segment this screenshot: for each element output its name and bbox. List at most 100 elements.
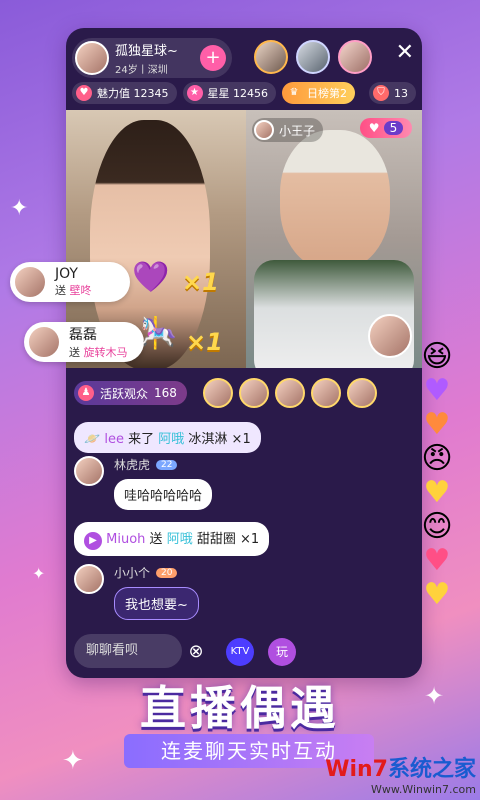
join-gift-message: 🪐 lee 来了 阿哦 冰淇淋 ×1 <box>74 422 261 453</box>
gift-notification: JOY 送 壁咚 <box>10 262 130 302</box>
audience-avatar[interactable] <box>238 378 269 408</box>
chat-user: 林虎虎 <box>114 458 151 472</box>
watermark-brand-b: 系统之家 <box>387 757 476 782</box>
guest-name-avatar <box>254 120 274 140</box>
gift-item: 旋转木马 <box>83 346 128 359</box>
gift-sender-avatar[interactable] <box>27 325 61 359</box>
close-button[interactable]: ✕ <box>396 42 414 64</box>
guest-face <box>280 130 390 270</box>
camera-icon: ▶ <box>84 532 102 550</box>
host-avatar[interactable] <box>75 41 109 75</box>
gift-notification: 磊磊 送 旋转木马 <box>24 322 144 362</box>
gift-item: 壁咚 <box>69 284 92 297</box>
heart-icon: ♥ <box>423 543 451 578</box>
gift-times: ×1 <box>182 268 219 296</box>
play-button[interactable]: 玩 <box>268 638 296 666</box>
chat-avatar[interactable] <box>74 564 104 594</box>
gift-times: ×1 <box>231 432 251 447</box>
watermark-url: Www.Winwin7.com <box>370 783 476 796</box>
level-badge: 20 <box>156 567 178 578</box>
gift-desc: 送 旋转木马 <box>69 344 128 360</box>
chat-bubble: 哇哈哈哈哈哈 <box>114 479 213 510</box>
watermark-brand-a: Win7 <box>325 757 388 782</box>
floating-emojis: 😆 ♥ ♥ 😠 ♥ 😊 ♥ ♥ <box>402 340 472 612</box>
ktv-button[interactable]: KTV <box>226 638 254 666</box>
gift-sender-name: JOY <box>55 266 78 282</box>
heart-icon: ♥ <box>423 475 451 510</box>
stars-value: 星星 12456 <box>207 87 269 100</box>
chat-user: Miuoh <box>106 532 146 547</box>
guest-name-tag[interactable]: 小王子 <box>252 118 324 142</box>
guest-avatar[interactable] <box>254 40 288 74</box>
chat-bubble: 我也想要~ <box>114 587 199 620</box>
host-info[interactable]: 孤独星球~ 24岁丨深圳 + <box>72 38 232 78</box>
rank-label: 日榜第2 <box>307 87 347 100</box>
heart-icon: ♥ <box>76 85 92 101</box>
gift-target: 阿哦 <box>158 432 185 447</box>
audience-avatar[interactable] <box>274 378 305 408</box>
host-name: 孤独星球~ <box>115 44 178 59</box>
watermark: Win7系统之家 Www.Winwin7.com <box>325 751 476 796</box>
star-icon: ★ <box>186 85 203 101</box>
smile-emoji-icon: 😊 <box>421 509 453 544</box>
audience-avatar[interactable] <box>310 378 341 408</box>
chat-message: 🪐 lee 来了 阿哦 冰淇淋 ×1 <box>74 422 414 453</box>
gift-item: 冰淇淋 <box>188 432 228 447</box>
guest-video[interactable]: 小王子 ♥ 5 <box>246 110 422 368</box>
carousel-icon: 🎠 <box>140 316 178 351</box>
audience-avatar[interactable] <box>346 378 377 408</box>
gift-wallkiss-icon: 💜 <box>132 260 170 295</box>
heart-badge[interactable]: ♥ 5 <box>360 118 412 138</box>
guest-avatar[interactable] <box>296 40 330 74</box>
watermark-logo: Win7系统之家 <box>325 751 476 783</box>
charm-value: 魅力值 12345 <box>97 87 169 100</box>
audience-count: 168 <box>154 386 177 400</box>
daily-rank-badge[interactable]: ♛ 日榜第2 <box>282 82 355 104</box>
audience-row: ♟ 活跃观众 168 <box>66 376 422 410</box>
chat-user: lee <box>104 432 124 447</box>
gift-verb: 送 <box>69 346 80 359</box>
gift-sender-avatar[interactable] <box>13 265 47 299</box>
shield-icon: ⛉ <box>373 85 389 101</box>
stats-row: ♥ 魅力值 12345 ★ 星星 12456 ♛ 日榜第2 ⛉ 13 <box>72 82 416 104</box>
heart-icon: ♥ <box>423 373 451 408</box>
sparkle-icon: ✦ <box>10 196 29 221</box>
laughing-emoji-icon: 😆 <box>421 339 453 374</box>
stars-stat: ★ 星星 12456 <box>182 82 276 104</box>
heart-icon: ♥ <box>368 121 380 135</box>
sparkle-icon: ✦ <box>62 746 84 776</box>
gift-item: 甜甜圈 <box>196 532 236 547</box>
heart-value: 5 <box>383 121 404 135</box>
heart-icon: ♥ <box>423 577 451 612</box>
follow-button[interactable]: + <box>200 45 226 71</box>
user-icon: ♟ <box>78 385 94 401</box>
guest-name: 小王子 <box>279 123 316 138</box>
link-icon[interactable]: ⊗ <box>182 638 210 666</box>
heart-icon: ♥ <box>423 407 451 442</box>
gift-times: ×1 <box>240 532 260 547</box>
gift-times: ×1 <box>186 328 223 356</box>
sparkle-icon: ✦ <box>32 564 46 583</box>
audience-avatars <box>202 378 377 408</box>
gift-message: ▶ Miuoh 送 阿哦 甜甜圈 ×1 <box>74 522 270 556</box>
charm-stat: ♥ 魅力值 12345 <box>72 82 177 104</box>
chat-name-row: 林虎虎 22 <box>114 456 414 473</box>
chat-message: 林虎虎 22 哇哈哈哈哈哈 <box>74 456 414 516</box>
chat-message: 小小个 20 我也想要~ <box>74 564 414 624</box>
chat-name-row: 小小个 20 <box>114 564 414 581</box>
chat-avatar[interactable] <box>74 456 104 486</box>
audience-avatar[interactable] <box>202 378 233 408</box>
guest-avatar[interactable] <box>338 40 372 74</box>
join-text: 来了 <box>128 432 155 447</box>
level-badge: 22 <box>156 459 178 470</box>
active-audience-button[interactable]: ♟ 活跃观众 168 <box>74 381 187 405</box>
promo-headline: 直播偶遇 <box>140 681 340 735</box>
crown-icon: ♛ <box>289 87 299 98</box>
planet-icon: 🪐 <box>84 432 101 447</box>
chat-input[interactable]: 聊聊看呗 <box>74 634 182 668</box>
chat-message: ▶ Miuoh 送 阿哦 甜甜圈 ×1 <box>74 522 414 556</box>
audience-label: 活跃观众 <box>100 386 149 401</box>
gift-verb: 送 <box>149 532 163 547</box>
top-guests <box>254 40 372 74</box>
viewer-count[interactable]: ⛉ 13 <box>369 82 416 104</box>
